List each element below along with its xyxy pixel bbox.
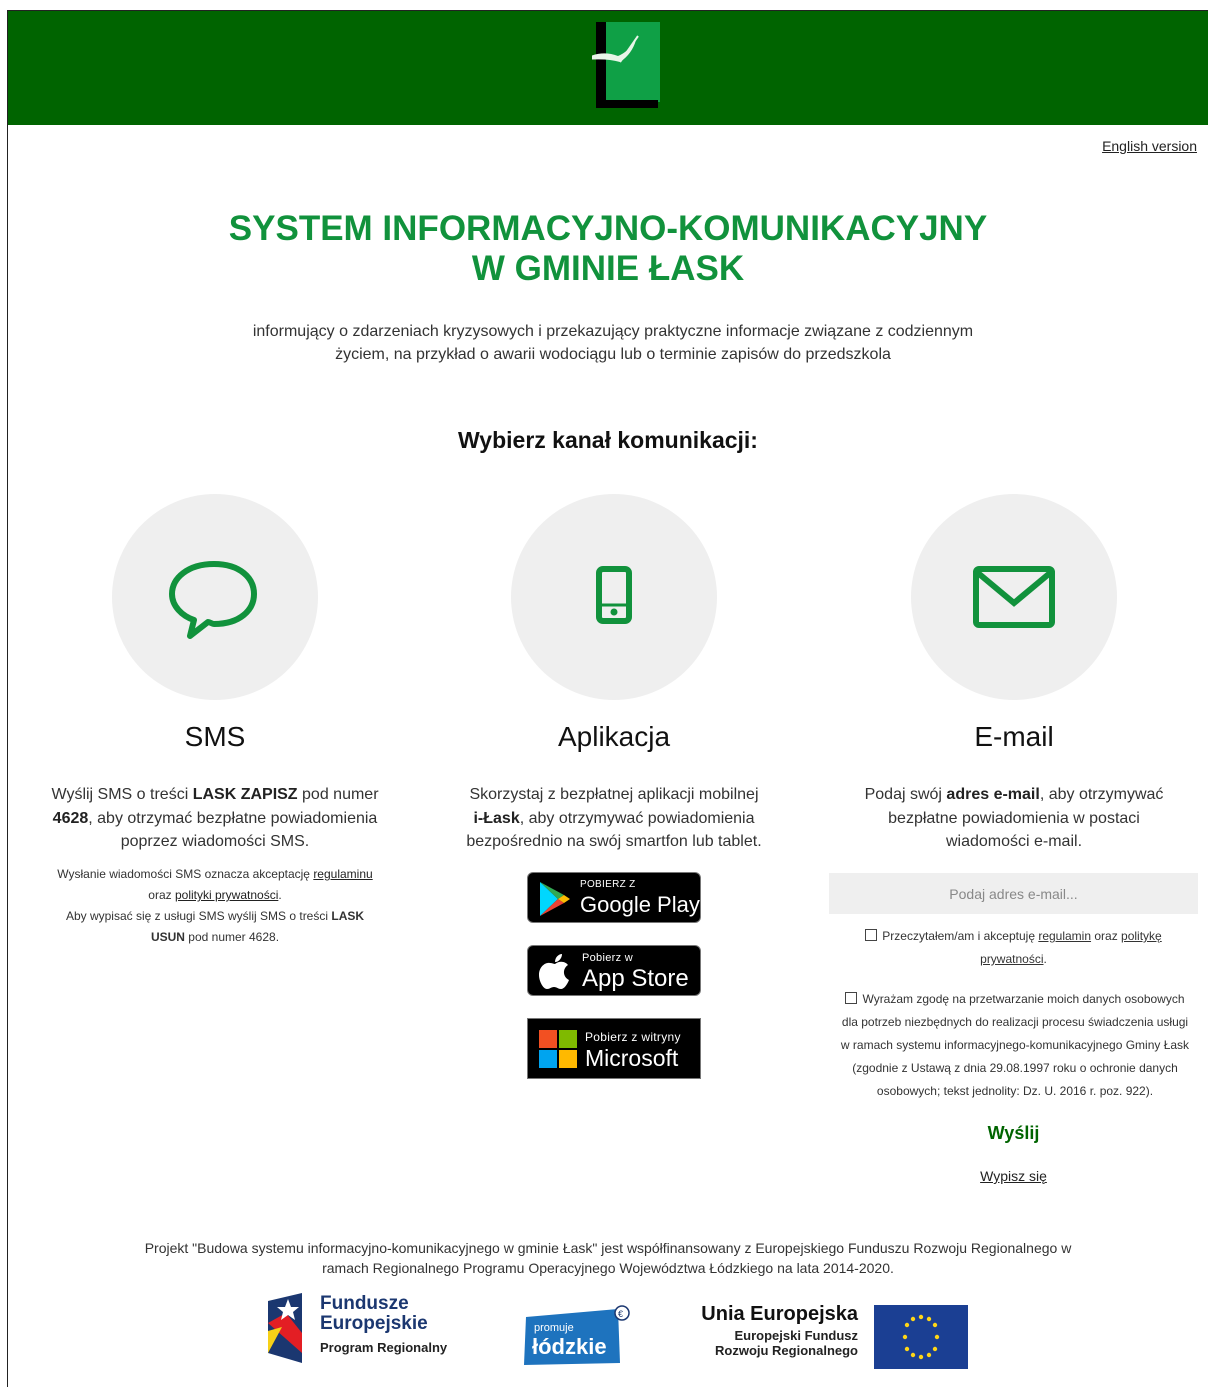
eu-title: Unia Europejska	[701, 1303, 858, 1325]
page-frame: English version SYSTEM INFORMACYJNO-KOMU…	[7, 10, 1208, 1387]
sms-icon-circle	[112, 494, 318, 700]
header-bar	[8, 11, 1208, 125]
speech-bubble-icon	[169, 561, 257, 639]
sms-terms-link[interactable]: regulaminu	[313, 867, 372, 881]
email-text-a: Podaj swój	[864, 786, 947, 803]
apple-icon	[539, 954, 569, 989]
envelope-icon	[973, 566, 1055, 628]
sms-unsubscribe-keyword-b: USUN	[150, 930, 185, 944]
privacy-link-a[interactable]: politykę	[1121, 929, 1162, 943]
app-text-d: bezpośrednio na swój smartfon lub tablet…	[466, 833, 762, 850]
sms-text-e: , aby otrzymać bezpłatne powiadomienia	[88, 809, 378, 827]
email-title: E-mail	[974, 721, 1054, 752]
sms-note-text: Wysłanie wiadomości SMS oznacza akceptac…	[57, 867, 314, 881]
consent-line5: osobowych; tekst jednolity: Dz. U. 2016 …	[876, 1084, 1154, 1098]
terms-consent-text: Przeczytałem/am i akceptuję	[882, 929, 1039, 943]
smartphone-icon	[596, 566, 632, 624]
subtitle-line1: informujący o zdarzeniach kryzysowych i …	[252, 323, 974, 340]
lodzkie-label: łódzkie	[532, 1334, 607, 1359]
google-play-icon	[540, 882, 570, 916]
sms-note: Wysłanie wiadomości SMS oznacza akceptac…	[35, 864, 395, 948]
app-description: Skorzystaj z bezpłatnej aplikacji mobiln…	[434, 783, 794, 854]
consent-line1: Wyrażam zgodę na przetwarzanie moich dan…	[862, 992, 1185, 1006]
page-subtitle: informujący o zdarzeniach kryzysowych i …	[228, 320, 998, 366]
app-title: Aplikacja	[557, 721, 671, 752]
terms-checkbox[interactable]	[865, 929, 878, 941]
page-title-line2: W GMINIE ŁASK	[471, 249, 745, 288]
app-store-small-label: Pobierz w	[582, 952, 633, 964]
fundusze-europejskie-logo: Fundusze Europejskie Program Regionalny	[262, 1291, 472, 1371]
sms-note-text-b: oraz	[148, 888, 175, 902]
consent-line3: w ramach systemu informacyjnego-komunika…	[840, 1038, 1190, 1052]
terms-consent-dot: .	[1043, 952, 1047, 966]
email-text-c: , aby otrzymywać	[1039, 786, 1164, 803]
email-text-d: bezpłatne powiadomienia w postaci	[888, 809, 1140, 827]
app-store-button[interactable]: Pobierz w App Store	[527, 945, 701, 996]
sms-description: Wyślij SMS o treści LASK ZAPISZ pod nume…	[35, 783, 395, 854]
consent-line2: dla potrzeb niezbędnych do realizacji pr…	[841, 1015, 1189, 1029]
sms-note-dot: .	[278, 888, 282, 902]
footer-project-info: Projekt "Budowa systemu informacyjno-kom…	[118, 1238, 1098, 1278]
sms-text-c: pod numer	[297, 786, 379, 803]
data-processing-checkbox[interactable]	[845, 992, 858, 1004]
eu-flag-icon	[874, 1305, 968, 1369]
fundusze-star-icon	[268, 1293, 302, 1363]
footer-line1: Projekt "Budowa systemu informacyjno-kom…	[144, 1240, 1072, 1256]
sms-privacy-link[interactable]: polityki prywatności	[175, 888, 278, 902]
choose-channel-heading: Wybierz kanał komunikacji:	[458, 427, 758, 453]
email-text-e: wiadomości e-mail.	[945, 833, 1083, 850]
fundusze-line2: Europejskie	[320, 1313, 428, 1334]
sms-unsubscribe-text: Aby wypisać się z usługi SMS wyślij SMS …	[65, 909, 332, 923]
app-text-c: , aby otrzymywać powiadomienia	[519, 809, 755, 827]
terms-consent-and: oraz	[1091, 929, 1122, 943]
eu-fund-line2: Rozwoju Regionalnego	[715, 1343, 858, 1358]
microsoft-icon	[539, 1030, 577, 1068]
google-play-small-label: POBIERZ Z	[580, 879, 636, 890]
page-title: SYSTEM INFORMACYJNO-KOMUNIKACYJNY W GMIN…	[8, 209, 1208, 289]
subtitle-line2: życiem, na przykład o awarii wodociągu l…	[335, 346, 891, 363]
privacy-link-b[interactable]: prywatności	[980, 952, 1043, 966]
english-version-link[interactable]: English version	[1102, 138, 1197, 154]
fundusze-line3: Program Regionalny	[320, 1340, 448, 1355]
google-play-label: Google Play	[580, 892, 700, 917]
sms-keyword: LASK ZAPISZ	[192, 786, 298, 803]
email-icon-circle	[911, 494, 1117, 700]
microsoft-store-button[interactable]: Pobierz z witryny Microsoft	[527, 1018, 701, 1079]
lask-logo-icon[interactable]	[592, 22, 660, 120]
unsubscribe-link[interactable]: Wypisz się	[829, 1168, 1198, 1184]
google-play-button[interactable]: POBIERZ Z Google Play	[527, 872, 701, 923]
microsoft-small-label: Pobierz z witryny	[585, 1030, 681, 1044]
microsoft-label: Microsoft	[585, 1045, 679, 1071]
send-button[interactable]: Wyślij	[829, 1123, 1198, 1144]
fundusze-line1: Fundusze	[320, 1293, 409, 1314]
sms-title: SMS	[184, 721, 246, 752]
page-title-line1: SYSTEM INFORMACYJNO-KOMUNIKACYJNY	[228, 209, 988, 248]
terms-link[interactable]: regulamin	[1038, 929, 1091, 943]
app-icon-circle	[511, 494, 717, 700]
eu-fund-line1: Europejski Fundusz	[734, 1328, 858, 1343]
app-text-a: Skorzystaj z bezpłatnej aplikacji mobiln…	[469, 786, 759, 803]
email-description: Podaj swój adres e-mail, aby otrzymywać …	[834, 783, 1194, 854]
sms-unsubscribe-number: pod numer 4628.	[184, 930, 280, 944]
data-processing-consent: Wyrażam zgodę na przetwarzanie moich dan…	[822, 988, 1208, 1103]
email-input[interactable]	[829, 873, 1198, 914]
sms-unsubscribe-keyword-a: LASK	[331, 909, 365, 923]
footer-line2: ramach Regionalnego Programu Operacyjneg…	[322, 1260, 894, 1276]
lodzkie-small-label: promuje	[534, 1322, 574, 1334]
eu-text-block: Unia Europejska Europejski Fundusz Rozwo…	[686, 1303, 858, 1373]
app-store-label: App Store	[582, 965, 689, 992]
app-name: i-Łask	[473, 809, 520, 827]
sms-text-f: poprzez wiadomości SMS.	[120, 833, 310, 850]
lodzkie-logo: € promuje łódzkie	[522, 1303, 634, 1369]
sms-text-a: Wyślij SMS o treści	[51, 786, 193, 803]
terms-consent: Przeczytałem/am i akceptuję regulamin or…	[829, 925, 1198, 971]
consent-line4: (zgodnie z Ustawą z dnia 29.08.1997 roku…	[852, 1061, 1178, 1075]
sms-number: 4628	[52, 809, 89, 827]
email-text-b: adres e-mail	[946, 786, 1040, 803]
svg-text:€: €	[618, 1309, 623, 1319]
